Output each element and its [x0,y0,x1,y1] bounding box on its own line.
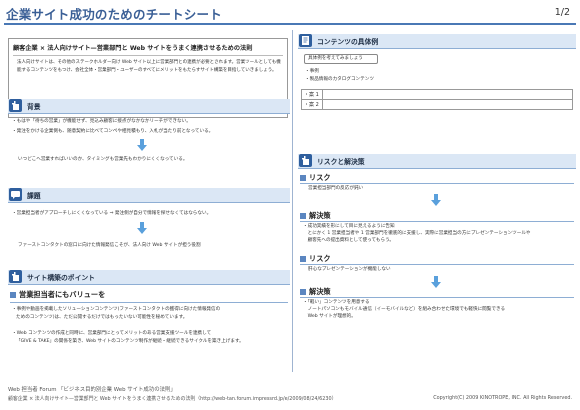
intro-heading: 顧客企業 × 法人向けサイト—営業部門と Web サイトをうまく連携させるための… [13,45,253,52]
title-divider [4,23,576,25]
square-bullet-icon [300,175,306,181]
page-title: 企業サイト成功のためのチートシート [6,7,222,22]
section-header-background: 背景 [8,99,290,114]
section-title-issue: 課題 [27,192,41,200]
section-header-points: サイト構築のポイント [8,270,290,285]
background-result: いつどこへ営業すればいいのか、タイミングも営業先もわかりにくくなっている。 [18,157,188,162]
sol1-rule [300,221,574,222]
sol1-line-1: ・成功実績を形にして目に見えるように告知 [303,224,395,229]
risk2-rule [300,264,574,265]
footer-article-link[interactable]: 顧客企業 × 法人向けサイト—営業部門と Web サイトをうまく連携させるための… [8,395,336,402]
content-bullet-1: ・事例 [305,69,319,74]
hand-pointer-icon [9,270,22,283]
document-icon [299,34,312,47]
hand-pointer-icon [299,154,312,167]
sol2-line-3: Web サイトが理想的。 [303,314,356,319]
table-cell-value[interactable] [322,99,573,110]
risk1-body: 営業担当部門の反応が鈍い [308,186,364,191]
points-bullet-2b: 「GIVE & TAKE」の関係を築き、Web サイトのコンテンツ制作が継続・継… [16,339,244,344]
square-bullet-icon [300,256,306,262]
issue-bullet-1: ・営業担当者がアプローチしにくくなっている ⇒ 発注側が自分で情報を探せなくては… [12,211,212,216]
page-number: 1/2 [554,7,570,18]
footer-copyright: Copyright(C) 2009 KINOTROPE, INC. All Ri… [433,395,572,401]
hand-pointer-icon [9,99,22,112]
section-header-risk: リスクと解決策 [298,154,576,169]
table-row: ・案 2 [301,99,573,110]
background-bullet-2: ・発注をかける企業側も、随意契約に比べてコンペや相見積もり、入札が当たり前となっ… [12,129,214,134]
risk2-heading: リスク [300,254,331,264]
risk1-heading: リスク [300,173,331,183]
section-title-risk: リスクと解決策 [317,158,365,166]
sol1-heading: 解決策 [300,211,331,221]
sol2-rule [300,297,574,298]
sol1-line-3: 顧客先への提出資料として使ってもらう。 [303,238,395,243]
points-bullet-1b: ためのコンテンツ)は、ただ公開するだけではもったいない可能性を秘めています。 [16,315,188,320]
issue-result: ファーストコンタクトの窓口に向けた情報発信こそが、法人向け Web サイトが担う… [18,243,201,248]
down-arrow-icon [137,222,147,234]
points-subheading: 営業担当者にもバリューを [10,290,105,300]
points-bullet-1a: ・事例や動画を掲載したソリューションコンテンツ(ファーストコンタクトの獲得に向け… [12,307,221,312]
sol1-line-2: とにかく 1 営業担当者や 1 営業部門を徹底的に支援し、実際に営業担当の方にプ… [303,231,531,236]
table-cell-value[interactable] [322,89,573,100]
footer-source: Web 担当者 Forum 「ビジネス目的別企業 Web サイト成功の法則」 [8,387,176,393]
sol2-heading: 解決策 [300,287,331,297]
sol2-line-2: ノートパソコンもモバイル通信（イーモバイルなど）を組み合わせた環境でも軽快に閲覧… [303,307,506,312]
section-header-issue: 課題 [8,188,290,203]
intro-body: 法人向けサイトは、その他のステークホルダー向け Web サイト以上に営業部門との… [17,60,281,73]
table-cell-key: ・案 2 [301,99,323,110]
background-bullet-1: ・もはや「待ちの営業」が機能せず、見込み顧客に接点がなかなかリーチができない。 [12,119,191,124]
square-bullet-icon [10,292,16,298]
chat-bubble-icon [9,188,22,201]
intro-divider [13,55,283,56]
table-row: ・案 1 [301,89,573,100]
square-bullet-icon [300,213,306,219]
section-header-content-example: コンテンツの具体例 [298,34,576,49]
table-cell-key: ・案 1 [301,89,323,100]
down-arrow-icon [137,139,147,151]
down-arrow-icon [431,276,441,288]
content-bullet-2: ・製品情報のカタログコンテンツ [305,77,374,82]
sol2-line-1: ・「軽い」コンテンツを用意する [303,300,370,305]
risk1-rule [300,183,574,184]
example-prompt-pill: 具体例を考えてみましょう [304,54,378,64]
column-divider [292,30,293,372]
section-title-background: 背景 [27,103,41,111]
points-subhead-rule [10,302,288,303]
section-title-content-example: コンテンツの具体例 [317,38,379,46]
section-title-points: サイト構築のポイント [27,274,95,282]
idea-table: ・案 1 ・案 2 [301,89,573,110]
risk2-body: 肝心なプレゼンテーションが機能しない [308,267,391,272]
down-arrow-icon [431,194,441,206]
square-bullet-icon [300,289,306,295]
points-bullet-2a: ・Web コンテンツの作成と同時に、営業部門にとってメリットのある営業支援ツール… [12,331,212,336]
